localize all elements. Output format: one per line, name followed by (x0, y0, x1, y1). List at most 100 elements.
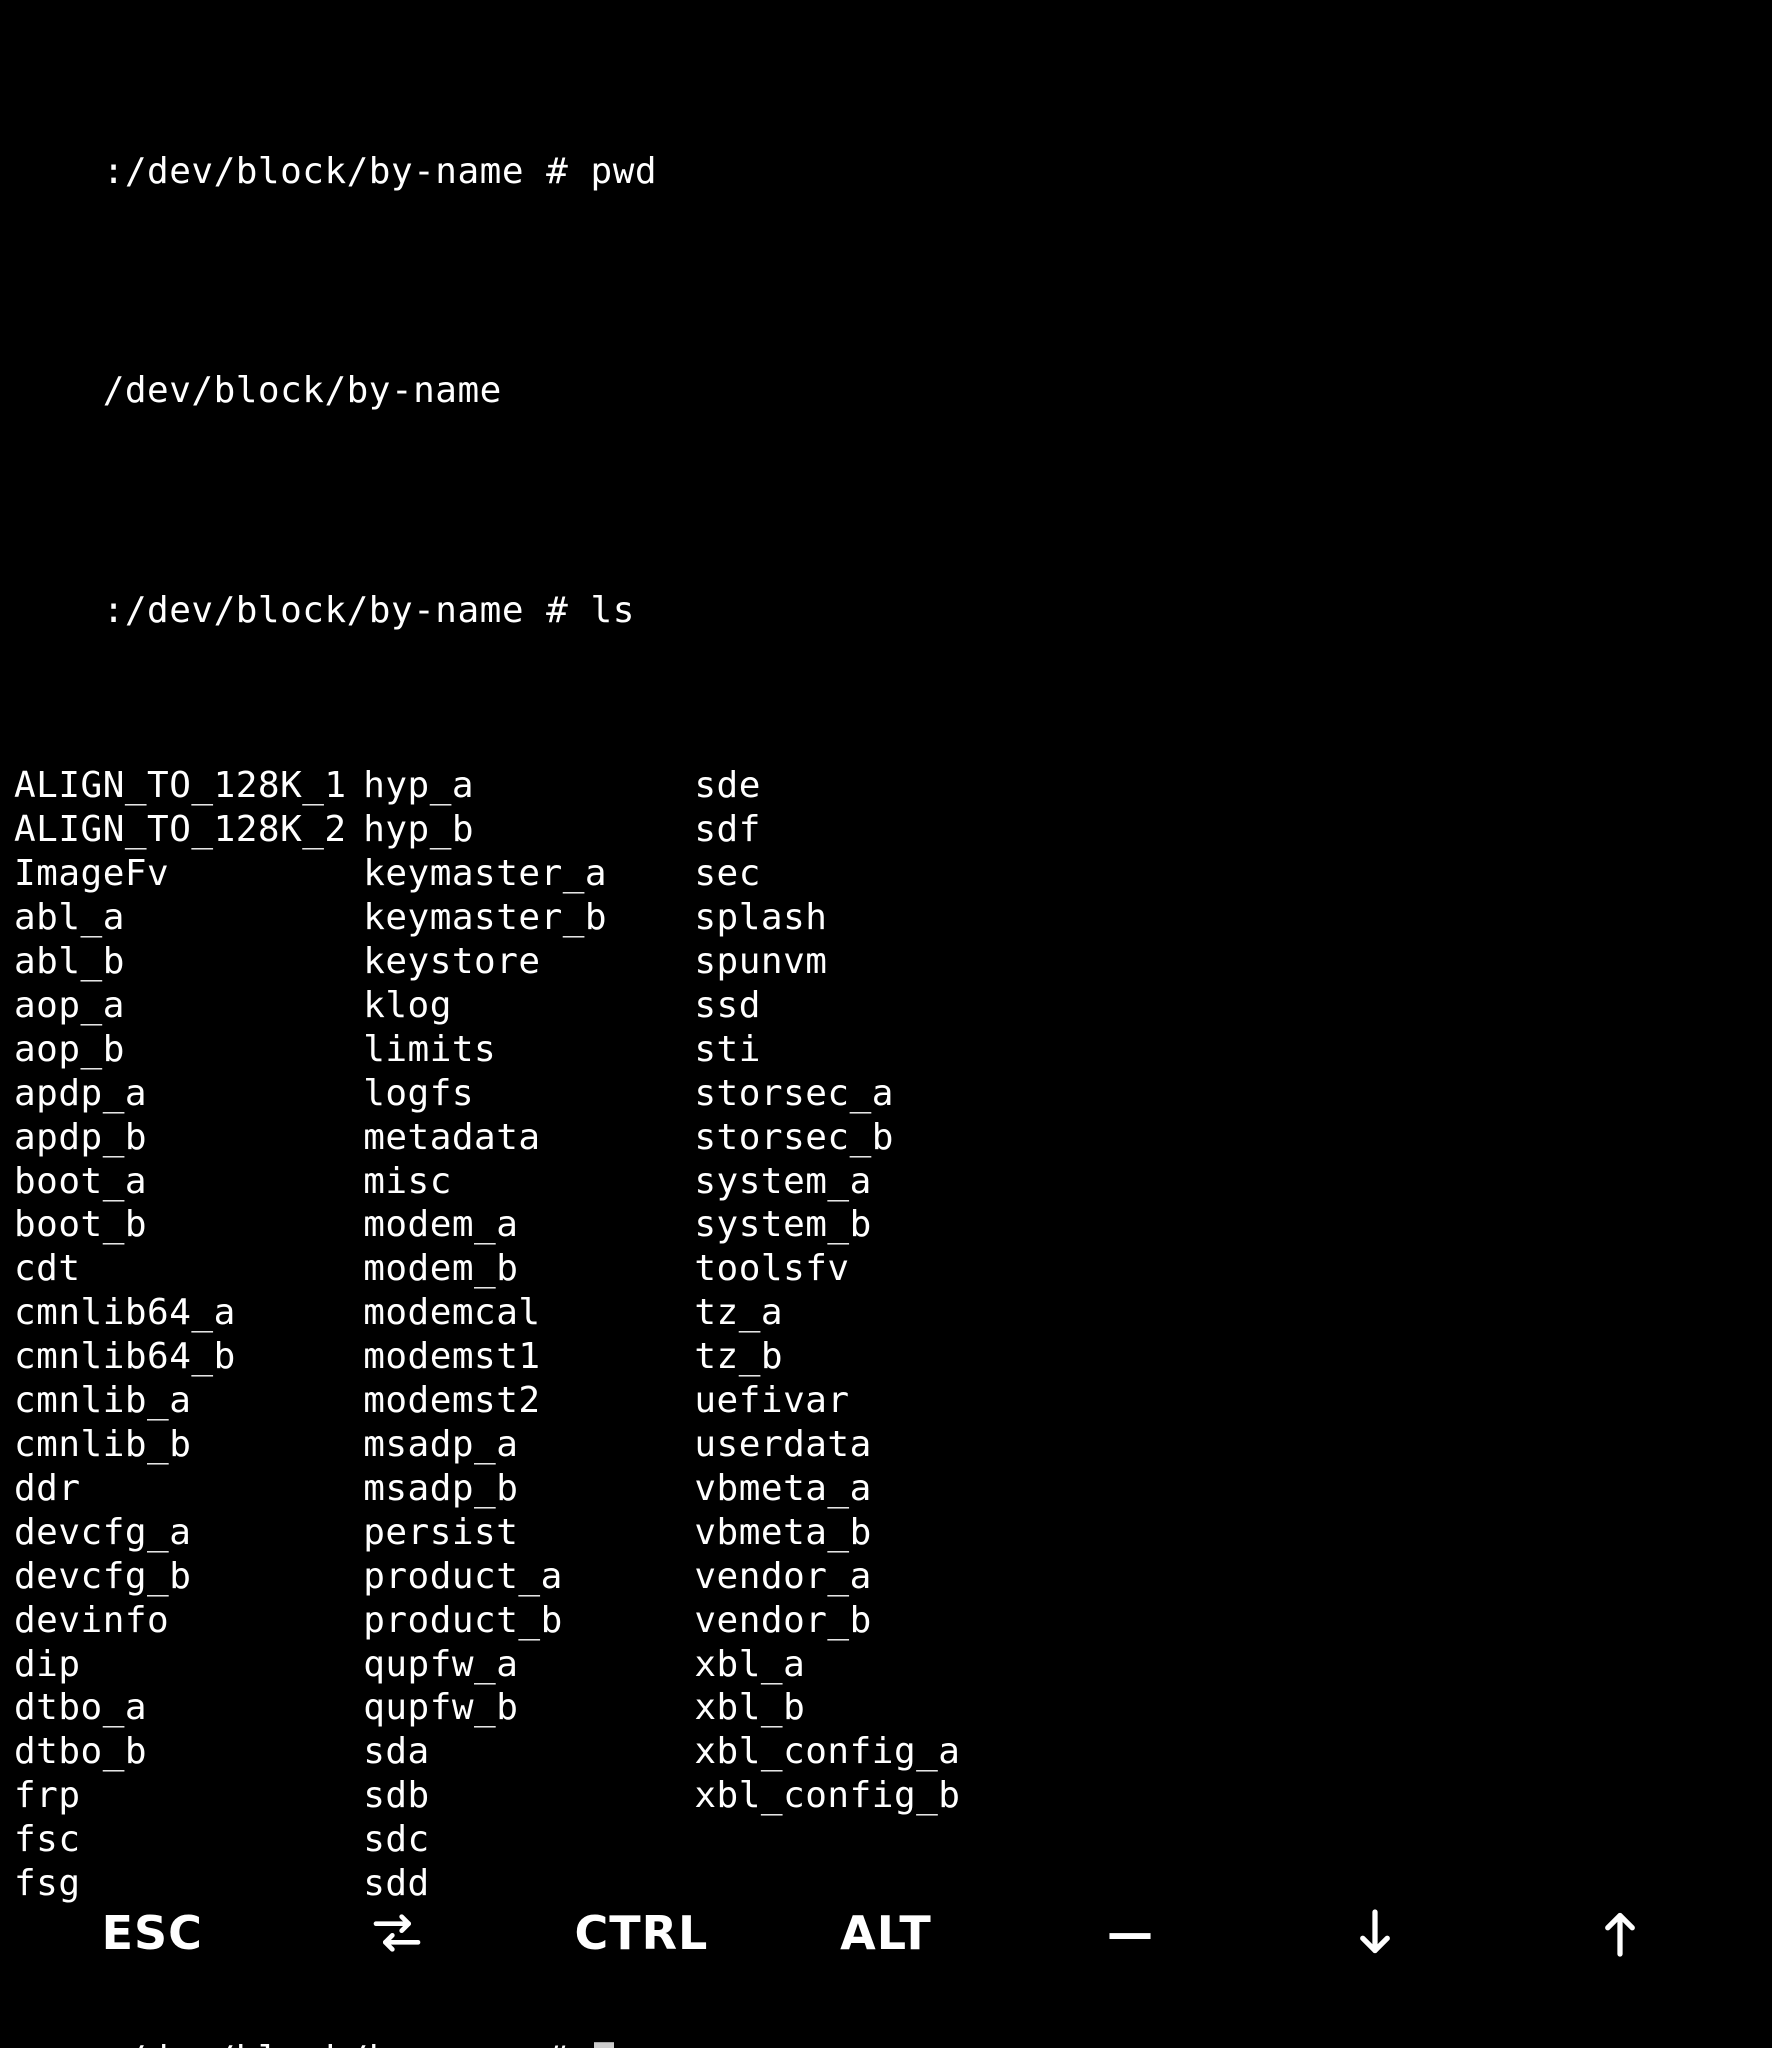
ls-entry: vbmeta_b (694, 1511, 871, 1555)
ls-row: cmnlib64_amodemcaltz_a (14, 1291, 1758, 1335)
ls-entry: msadp_b (363, 1467, 694, 1511)
ls-row: apdp_bmetadatastorsec_b (14, 1116, 1758, 1160)
ls-row: ImageFvkeymaster_asec (14, 852, 1758, 896)
ls-entry: ALIGN_TO_128K_2 (14, 808, 363, 852)
terminal-output[interactable]: :/dev/block/by-name # pwd /dev/block/by-… (0, 0, 1772, 2048)
ls-entry: tz_b (694, 1335, 783, 1379)
tab-key-button[interactable] (327, 1905, 467, 1961)
ls-entry: storsec_a (694, 1072, 894, 1116)
ls-entry: aop_b (14, 1028, 363, 1072)
ls-entry: userdata (694, 1423, 871, 1467)
ls-entry: ssd (694, 984, 761, 1028)
ls-row: cdtmodem_btoolsfv (14, 1247, 1758, 1291)
ls-entry: sda (363, 1730, 694, 1774)
ls-entry: modemst1 (363, 1335, 694, 1379)
ls-row: devinfoproduct_bvendor_b (14, 1599, 1758, 1643)
ls-entry: sdb (363, 1774, 694, 1818)
shell-command: pwd (591, 151, 658, 192)
ls-entry: aop_a (14, 984, 363, 1028)
ls-entry: apdp_b (14, 1116, 363, 1160)
ls-row: devcfg_bproduct_avendor_a (14, 1555, 1758, 1599)
ls-row: abl_bkeystorespunvm (14, 940, 1758, 984)
ls-entry: system_a (694, 1160, 871, 1204)
ls-entry: sti (694, 1028, 761, 1072)
ls-row: fscsdc (14, 1818, 1758, 1862)
ls-entry: abl_b (14, 940, 363, 984)
ls-entry: system_b (694, 1203, 871, 1247)
arrow-down-button[interactable] (1305, 1905, 1445, 1961)
ls-entry: devcfg_b (14, 1555, 363, 1599)
ls-entry: boot_b (14, 1203, 363, 1247)
ls-entry: cdt (14, 1247, 363, 1291)
ls-row: cmnlib64_bmodemst1tz_b (14, 1335, 1758, 1379)
ls-entry: apdp_a (14, 1072, 363, 1116)
dash-key-label: — (1107, 1906, 1154, 1960)
ls-entry: klog (363, 984, 694, 1028)
ctrl-key-label: CTRL (574, 1906, 708, 1960)
ls-entry: xbl_config_b (694, 1774, 960, 1818)
ctrl-key-button[interactable]: CTRL (571, 1906, 711, 1960)
ls-entry: cmnlib_a (14, 1379, 363, 1423)
ls-entry: devcfg_a (14, 1511, 363, 1555)
ls-entry: product_b (363, 1599, 694, 1643)
ls-row: ddrmsadp_bvbmeta_a (14, 1467, 1758, 1511)
ls-entry: sdf (694, 808, 761, 852)
dash-key-button[interactable]: — (1061, 1906, 1201, 1960)
ls-entry: ALIGN_TO_128K_1 (14, 764, 363, 808)
ls-entry: limits (363, 1028, 694, 1072)
ls-entry: logfs (363, 1072, 694, 1116)
ls-row: frpsdbxbl_config_b (14, 1774, 1758, 1818)
ls-entry: modemst2 (363, 1379, 694, 1423)
ls-row: dtbo_bsdaxbl_config_a (14, 1730, 1758, 1774)
shell-prompt: :/dev/block/by-name # (103, 2039, 591, 2048)
ls-entry: sdc (363, 1818, 694, 1862)
ls-row: aop_blimitssti (14, 1028, 1758, 1072)
ls-entry: dip (14, 1643, 363, 1687)
ls-entry: ImageFv (14, 852, 363, 896)
ls-row: boot_bmodem_asystem_b (14, 1203, 1758, 1247)
esc-key-label: ESC (102, 1906, 203, 1960)
ls-entry: keystore (363, 940, 694, 984)
terminal-cursor (594, 2042, 614, 2048)
ls-entry: toolsfv (694, 1247, 849, 1291)
ls-entry: devinfo (14, 1599, 363, 1643)
ls-entry: misc (363, 1160, 694, 1204)
ls-entry: sde (694, 764, 761, 808)
ls-entry: modemcal (363, 1291, 694, 1335)
esc-key-button[interactable]: ESC (82, 1906, 222, 1960)
ls-entry: dtbo_a (14, 1686, 363, 1730)
ls-entry: metadata (363, 1116, 694, 1160)
ls-row: dtbo_aqupfw_bxbl_b (14, 1686, 1758, 1730)
ls-entry: boot_a (14, 1160, 363, 1204)
extra-keys-toolbar: ESC CTRL ALT — (0, 1878, 1772, 1988)
ls-entry: ddr (14, 1467, 363, 1511)
ls-entry: modem_a (363, 1203, 694, 1247)
ls-entry: vendor_b (694, 1599, 871, 1643)
ls-entry: qupfw_b (363, 1686, 694, 1730)
ls-entry: splash (694, 896, 827, 940)
ls-entry: xbl_config_a (694, 1730, 960, 1774)
ls-entry: xbl_a (694, 1643, 805, 1687)
ls-row: dipqupfw_axbl_a (14, 1643, 1758, 1687)
ls-entry: tz_a (694, 1291, 783, 1335)
shell-command: ls (591, 590, 635, 631)
ls-row: devcfg_apersistvbmeta_b (14, 1511, 1758, 1555)
arrow-up-icon (1598, 1905, 1642, 1961)
ls-entry: vbmeta_a (694, 1467, 871, 1511)
ls-entry: modem_b (363, 1247, 694, 1291)
ls-entry: dtbo_b (14, 1730, 363, 1774)
shell-prompt: :/dev/block/by-name # (103, 590, 591, 631)
ls-output: ALIGN_TO_128K_1hyp_asdeALIGN_TO_128K_2hy… (14, 764, 1758, 1906)
ls-row: aop_aklogssd (14, 984, 1758, 1028)
ls-entry: hyp_b (363, 808, 694, 852)
ls-row: ALIGN_TO_128K_1hyp_asde (14, 764, 1758, 808)
ls-entry: keymaster_b (363, 896, 694, 940)
ls-entry: qupfw_a (363, 1643, 694, 1687)
ls-entry: hyp_a (363, 764, 694, 808)
ls-entry: xbl_b (694, 1686, 805, 1730)
alt-key-button[interactable]: ALT (816, 1906, 956, 1960)
ls-row: apdp_alogfsstorsec_a (14, 1072, 1758, 1116)
ls-entry: cmnlib64_a (14, 1291, 363, 1335)
ls-row: cmnlib_amodemst2uefivar (14, 1379, 1758, 1423)
arrow-up-button[interactable] (1550, 1905, 1690, 1961)
